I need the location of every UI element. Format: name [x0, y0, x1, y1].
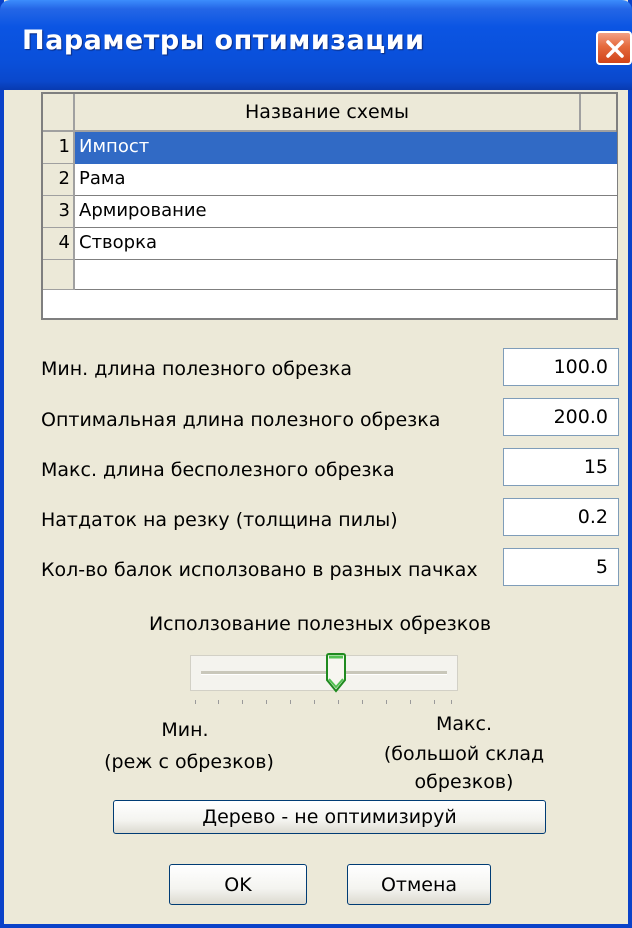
table-row[interactable]: Импост — [75, 132, 617, 164]
slider-tick — [410, 700, 411, 704]
row-number[interactable]: 2 — [43, 164, 75, 196]
slider-tick — [218, 700, 219, 704]
slider-tick — [242, 700, 243, 704]
saw-allowance-label: Натдаток на резку (толщина пилы) — [41, 509, 398, 531]
slider-tick — [314, 700, 315, 704]
slider-max-caption-1: (большой склад — [383, 743, 545, 765]
slider-max-caption-2: обрезков) — [414, 771, 514, 793]
cancel-button[interactable]: Отмена — [347, 864, 491, 905]
optimization-params-dialog: Параметры оптимизации Название схемы 1 И… — [0, 0, 632, 928]
slider-max-title: Макс. — [436, 713, 492, 735]
slider-tick — [290, 700, 291, 704]
table-row[interactable]: Армирование — [75, 196, 617, 228]
slider-thumb-icon[interactable] — [325, 652, 347, 694]
column-header-scheme-name[interactable]: Название схемы — [75, 94, 581, 132]
row-number[interactable]: 3 — [43, 196, 75, 228]
slider-max-label: Макс. (большой склад обрезков) — [369, 712, 559, 794]
close-x-icon — [606, 40, 624, 58]
grid-header: Название схемы — [43, 94, 616, 132]
slider-title: Исползование полезных обрезков — [148, 613, 492, 635]
wood-no-optimize-button[interactable]: Дерево - не оптимизируй — [113, 800, 546, 834]
max-useless-length-input[interactable]: 15 — [503, 448, 619, 486]
column-header-extra[interactable] — [581, 94, 616, 132]
grid-corner-cell[interactable] — [43, 94, 75, 132]
max-useless-length-label: Макс. длина бесполезного обрезка — [41, 459, 395, 481]
row-number[interactable]: 4 — [43, 228, 75, 260]
beams-in-packs-input[interactable]: 5 — [503, 548, 619, 586]
row-number[interactable]: 1 — [43, 132, 75, 164]
schemes-grid[interactable]: Название схемы 1 Импост 2 Рама 3 Армиров… — [41, 92, 618, 320]
slider-min-caption: (реж с обрезков) — [104, 751, 274, 773]
title-bar[interactable]: Параметры оптимизации — [0, 0, 632, 90]
slider-track — [201, 671, 447, 675]
slider-tick — [451, 700, 452, 704]
useful-offcuts-slider[interactable] — [190, 655, 458, 691]
slider-tick — [266, 700, 267, 704]
slider-tick — [386, 700, 387, 704]
new-row-indicator[interactable] — [43, 260, 75, 290]
saw-allowance-input[interactable]: 0.2 — [503, 498, 619, 536]
optimal-useful-length-input[interactable]: 200.0 — [503, 398, 619, 436]
slider-tick — [195, 700, 196, 704]
slider-min-label: Мин. (реж с обрезков) — [94, 718, 284, 774]
new-row[interactable] — [75, 260, 617, 290]
close-button[interactable] — [596, 31, 632, 65]
window-title: Параметры оптимизации — [22, 25, 425, 56]
table-row[interactable]: Створка — [75, 228, 617, 260]
min-useful-length-input[interactable]: 100.0 — [503, 348, 619, 386]
slider-tick — [338, 700, 339, 704]
slider-tick — [362, 700, 363, 704]
ok-button[interactable]: OK — [169, 864, 307, 905]
table-row[interactable]: Рама — [75, 164, 617, 196]
beams-in-packs-label: Кол-во балок исползовано в разных пачках — [41, 559, 478, 581]
min-useful-length-label: Мин. длина полезного обрезка — [41, 358, 352, 380]
slider-tick — [434, 700, 435, 704]
slider-min-title: Мин. — [161, 719, 209, 741]
optimal-useful-length-label: Оптимальная длина полезного обрезка — [41, 409, 441, 431]
